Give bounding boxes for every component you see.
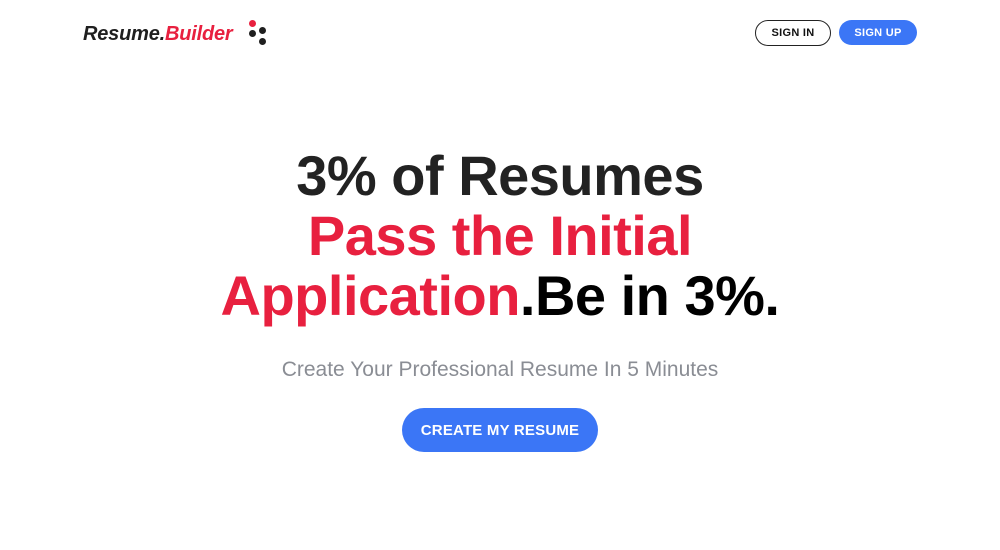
hero-subtitle: Create Your Professional Resume In 5 Min…	[281, 358, 719, 381]
headline-line-2: Pass the Initial	[307, 204, 693, 267]
logo-text-resume: Resume.	[83, 23, 165, 45]
create-resume-button[interactable]: CREATE MY RESUME	[402, 408, 598, 452]
sign-in-button[interactable]: SIGN IN	[755, 20, 831, 46]
headline-be-in-3: .Be in 3%.	[519, 264, 780, 327]
headline-line-1: 3% of Resumes	[296, 144, 704, 207]
header: Resume.Builder SIGN IN SIGN UP	[0, 0, 1000, 66]
logo[interactable]: Resume.Builder	[83, 20, 270, 48]
logo-text: Resume.Builder	[83, 20, 233, 48]
sign-up-button[interactable]: SIGN UP	[839, 20, 917, 45]
landing-page: Resume.Builder SIGN IN SIGN UP 3% of Res…	[0, 0, 1000, 550]
logo-text-builder: Builder	[164, 23, 233, 45]
headline-line-3: Application.Be in 3%.	[0, 266, 1000, 326]
headline-application: Application	[220, 264, 521, 327]
hero-headline: 3% of Resumes Pass the Initial Applicati…	[0, 146, 1000, 326]
dots-logo-icon	[248, 20, 270, 48]
